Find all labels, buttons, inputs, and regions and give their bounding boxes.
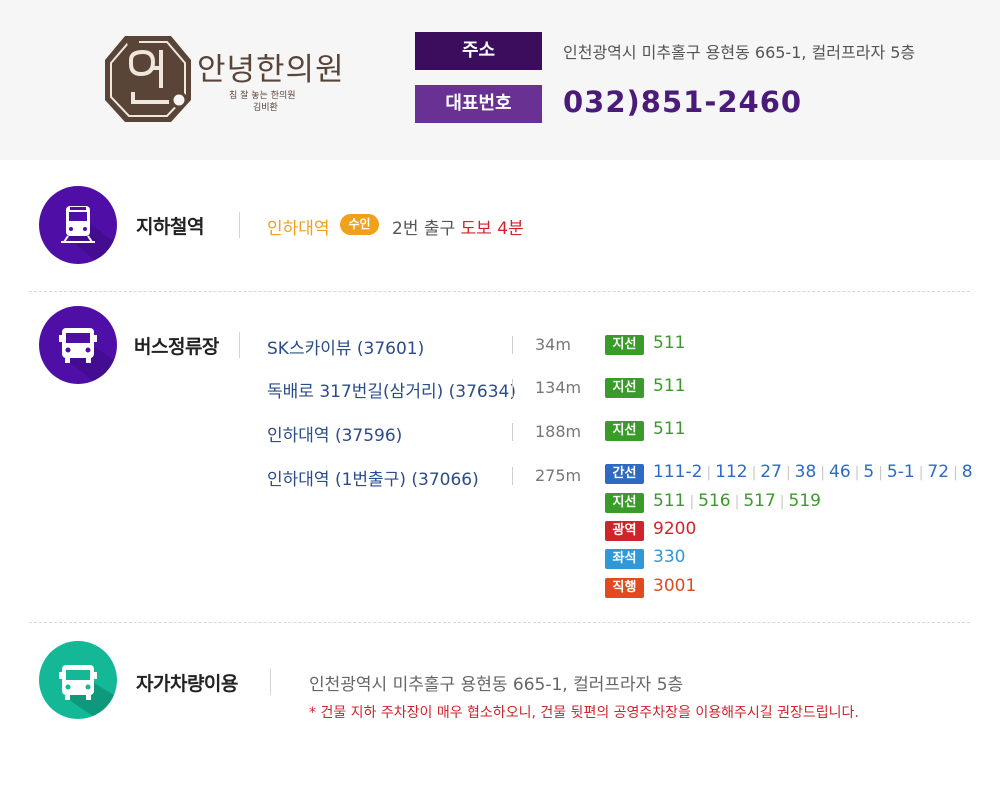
section-divider [29, 622, 970, 623]
bus-stop-distance: 34m [535, 335, 571, 354]
bus-route-number: 511 [653, 333, 686, 353]
logo-name: 안녕한의원 [197, 52, 345, 88]
bus-type-badge: 지선 [605, 335, 644, 355]
section-divider [29, 291, 970, 292]
subway-exit: 2번 출구 [392, 219, 456, 239]
bus-type-badge: 지선 [605, 421, 644, 441]
bus-stop-distance: 188m [535, 422, 582, 441]
bus-type-badge: 간선 [605, 464, 644, 484]
route-separator: | [706, 465, 712, 481]
route-separator: | [878, 465, 883, 481]
bus-route-number: 511 [653, 376, 686, 396]
subway-walk-time: 도보 4분 [460, 219, 524, 239]
bus-route-number: 519 [788, 491, 821, 511]
bus-route-numbers: 511 [653, 376, 685, 396]
logo-mark-icon [105, 36, 191, 122]
divider [239, 212, 240, 238]
bus-stop-name: 인하대역 (37596) [267, 426, 403, 446]
route-separator: | [953, 465, 958, 481]
route-separator: | [689, 494, 695, 510]
bus-stop-name: 인하대역 (1번출구) (37066) [267, 470, 479, 490]
bus-type-badge: 좌석 [605, 549, 644, 569]
address-label: 주소 [415, 32, 542, 70]
bus-route-number: 3001 [653, 576, 697, 596]
bus-stop-name: 독배로 317번길(삼거리) (37634) [267, 382, 516, 402]
subway-station: 인하대역 [267, 219, 330, 239]
divider [512, 467, 513, 485]
logo-doctor: 김비환 [253, 103, 278, 113]
divider [239, 332, 240, 358]
bus-route-number: 516 [698, 491, 731, 511]
divider [270, 669, 271, 695]
route-separator: | [785, 465, 791, 481]
bus-type-badge: 직행 [605, 578, 644, 598]
bus-route-number: 9200 [653, 519, 697, 539]
header-address: 인천광역시 미추홀구 용현동 665-1, 컬러프라자 5층 [563, 43, 916, 62]
bus-route-numbers: 9200 [653, 519, 696, 539]
bus-icon [59, 328, 117, 384]
parking-note: * 건물 지하 주차장이 매우 협소하오니, 건물 뒷편의 공영주차장을 이용해… [309, 705, 859, 721]
route-separator: | [854, 465, 860, 481]
bus-route-number: 511 [653, 419, 686, 439]
bus-route-number: 112 [715, 462, 748, 482]
subway-exit-info: 2번 출구 도보 4분 [392, 214, 524, 239]
car-icon-circle [39, 641, 117, 719]
divider [512, 336, 513, 354]
bus-type-badge: 지선 [605, 493, 644, 513]
bus-title: 버스정류장 [134, 336, 219, 358]
bus-route-numbers: 111-2 | 112 | 27 | 38 | 46 | 5 | 5-1 | 72 | 8 [653, 462, 973, 482]
phone-number[interactable]: 032)851-2460 [563, 85, 802, 119]
bus-route-number: 5 [863, 462, 875, 482]
subway-title: 지하철역 [136, 216, 204, 238]
bus-route-number: 511 [653, 491, 686, 511]
bus-type-badge: 지선 [605, 378, 644, 398]
bus-route-number: 27 [760, 462, 782, 482]
subway-icon-circle [39, 186, 117, 264]
car-address: 인천광역시 미추홀구 용현동 665-1, 컬러프라자 5층 [309, 675, 684, 695]
bus-route-number: 330 [653, 547, 686, 567]
divider [512, 423, 513, 441]
bus-route-numbers: 330 [653, 547, 685, 567]
bus-route-number: 72 [927, 462, 950, 482]
train-icon [61, 206, 117, 264]
bus-route-number: 517 [743, 491, 776, 511]
bus-stop-name: SK스카이뷰 (37601) [267, 339, 425, 359]
bus-route-number: 46 [829, 462, 851, 482]
header: 안녕한의원 침 잘 놓는 한의원 김비환 주소 인천광역시 미추홀구 용현동 6… [0, 0, 1000, 160]
bus-stop-distance: 134m [535, 378, 582, 397]
bus-stop-distance: 275m [535, 466, 582, 485]
bus-route-numbers: 511 | 516 | 517 | 519 [653, 491, 821, 511]
bus-icon-circle [39, 306, 117, 384]
route-separator: | [734, 494, 740, 510]
route-separator: | [779, 494, 785, 510]
bus-route-numbers: 511 [653, 419, 685, 439]
subway-line-badge: 수인 [340, 214, 379, 235]
bus-route-number: 38 [794, 462, 817, 482]
clinic-logo[interactable]: 안녕한의원 침 잘 놓는 한의원 김비환 [103, 30, 344, 126]
phone-label: 대표번호 [415, 85, 542, 123]
bus-type-badge: 광역 [605, 521, 644, 541]
car-icon [59, 665, 117, 719]
bus-route-numbers: 511 [653, 333, 685, 353]
bus-route-number: 5-1 [886, 462, 915, 482]
bus-route-numbers: 3001 [653, 576, 696, 596]
divider [512, 379, 513, 397]
route-separator: | [820, 465, 826, 481]
route-separator: | [918, 465, 924, 481]
bus-route-number: 111-2 [653, 462, 703, 482]
car-title: 자가차량이용 [136, 673, 238, 695]
route-separator: | [751, 465, 757, 481]
bus-route-number: 8 [961, 462, 973, 482]
